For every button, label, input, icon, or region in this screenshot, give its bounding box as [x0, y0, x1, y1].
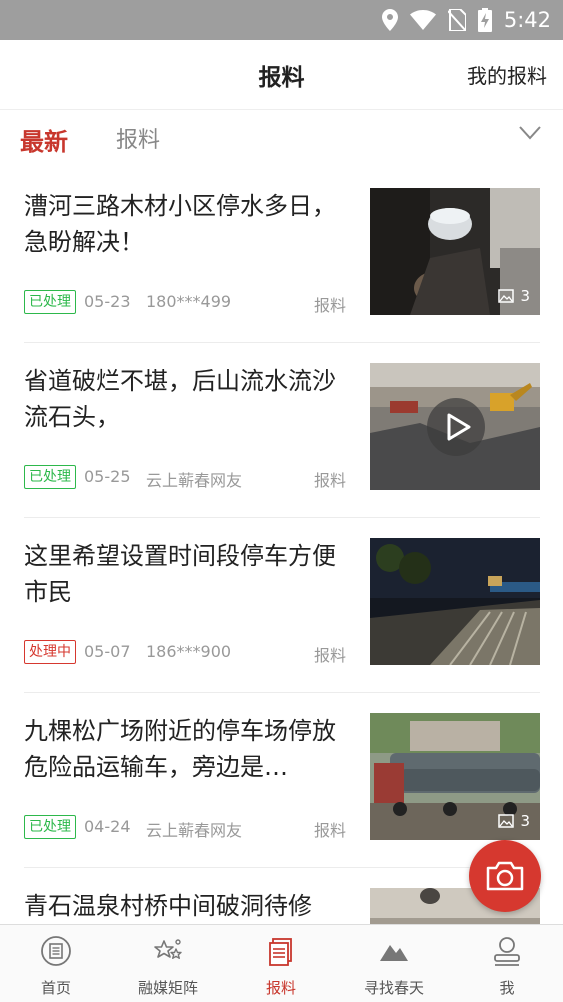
nav-media-matrix[interactable]: 融媒矩阵 — [112, 925, 224, 1002]
list-item[interactable]: 漕河三路木材小区停水多日，急盼解决！ 已处理 05-23 180***499 报… — [24, 168, 540, 343]
item-thumbnail[interactable] — [370, 538, 540, 665]
nav-label: 报料 — [265, 979, 296, 997]
item-user: 云上蕲春网友 — [146, 821, 243, 840]
item-meta: 已处理 05-23 180***499 报料 — [24, 290, 346, 315]
nav-label: 我 — [499, 979, 515, 997]
item-date: 05-25 — [84, 467, 131, 486]
image-count-value: 3 — [520, 812, 530, 830]
my-reports-link[interactable]: 我的报料 — [467, 60, 547, 89]
item-date: 04-24 — [84, 817, 131, 836]
item-title[interactable]: 省道破烂不堪，后山流水流沙流石头， — [24, 363, 346, 435]
tab-bar: 最新 报料 — [0, 110, 563, 168]
chevron-down-icon[interactable] — [519, 126, 541, 140]
image-count-value: 3 — [520, 287, 530, 305]
gallery-icon — [498, 814, 515, 828]
gallery-icon — [498, 289, 515, 303]
battery-charging-icon — [477, 8, 492, 32]
list-item[interactable]: 九棵松广场附近的停车场停放危险品运输车，旁边是… 已处理 04-24 云上蕲春网… — [24, 693, 540, 868]
play-icon — [447, 413, 471, 441]
tab-reports[interactable]: 报料 — [116, 122, 160, 154]
person-icon — [494, 937, 520, 966]
item-category: 报料 — [313, 296, 346, 315]
location-icon — [381, 9, 398, 31]
item-user: 云上蕲春网友 — [146, 471, 243, 490]
item-meta: 处理中 05-07 186***900 报料 — [24, 640, 346, 665]
status-icons: 5:42 — [381, 0, 551, 40]
list-item[interactable]: 省道破烂不堪，后山流水流沙流石头， 已处理 05-25 云上蕲春网友 报料 — [24, 343, 540, 518]
thumbnail-image — [370, 538, 540, 665]
status-time: 5:42 — [503, 8, 551, 32]
list-item[interactable]: 这里希望设置时间段停车方便市民 处理中 05-07 186***900 报料 — [24, 518, 540, 693]
nav-label: 首页 — [40, 979, 71, 997]
status-badge: 处理中 — [24, 640, 76, 664]
tab-latest[interactable]: 最新 — [20, 122, 68, 157]
item-user: 180***499 — [146, 292, 232, 311]
nav-report[interactable]: 报料 — [225, 925, 337, 1002]
bottom-nav: 首页 融媒矩阵 报料 寻找春天 我 — [0, 924, 563, 1002]
item-date: 05-07 — [84, 642, 131, 661]
status-badge: 已处理 — [24, 290, 76, 314]
nav-find-spring[interactable]: 寻找春天 — [338, 925, 450, 1002]
item-thumbnail[interactable]: 3 — [370, 188, 540, 315]
status-badge: 已处理 — [24, 465, 76, 489]
item-title[interactable]: 这里希望设置时间段停车方便市民 — [24, 538, 346, 610]
app-header: 报料 我的报料 — [0, 40, 563, 110]
item-meta: 已处理 05-25 云上蕲春网友 报料 — [24, 465, 346, 490]
item-date: 05-23 — [84, 292, 131, 311]
list-item[interactable]: 青石温泉村桥中间破洞待修 — [24, 868, 540, 924]
item-category: 报料 — [313, 471, 346, 490]
item-title[interactable]: 青石温泉村桥中间破洞待修 — [24, 888, 346, 924]
item-title[interactable]: 九棵松广场附近的停车场停放危险品运输车，旁边是… — [24, 713, 346, 785]
item-category: 报料 — [313, 821, 346, 840]
item-meta: 已处理 04-24 云上蕲春网友 报料 — [24, 815, 346, 840]
item-thumbnail[interactable]: 3 — [370, 713, 540, 840]
mountain-icon — [380, 945, 408, 961]
item-thumbnail[interactable] — [370, 363, 540, 490]
camera-report-button[interactable] — [469, 840, 541, 912]
wifi-icon — [409, 10, 436, 30]
nav-home[interactable]: 首页 — [0, 925, 112, 1002]
item-category: 报料 — [313, 646, 346, 665]
camera-icon — [486, 861, 524, 891]
status-badge: 已处理 — [24, 815, 76, 839]
status-bar: 5:42 — [0, 0, 563, 40]
image-count: 3 — [498, 287, 530, 305]
report-icon — [269, 938, 292, 966]
play-button[interactable] — [427, 398, 485, 456]
newspaper-icon — [41, 936, 71, 966]
item-title[interactable]: 漕河三路木材小区停水多日，急盼解决！ — [24, 188, 346, 260]
item-user: 186***900 — [146, 642, 232, 661]
stars-icon — [154, 939, 182, 959]
no-sim-icon — [447, 9, 466, 31]
report-feed[interactable]: 漕河三路木材小区停水多日，急盼解决！ 已处理 05-23 180***499 报… — [0, 168, 563, 924]
nav-label: 寻找春天 — [363, 979, 424, 997]
nav-me[interactable]: 我 — [451, 925, 563, 1002]
nav-label: 融媒矩阵 — [137, 979, 198, 997]
image-count: 3 — [498, 812, 530, 830]
